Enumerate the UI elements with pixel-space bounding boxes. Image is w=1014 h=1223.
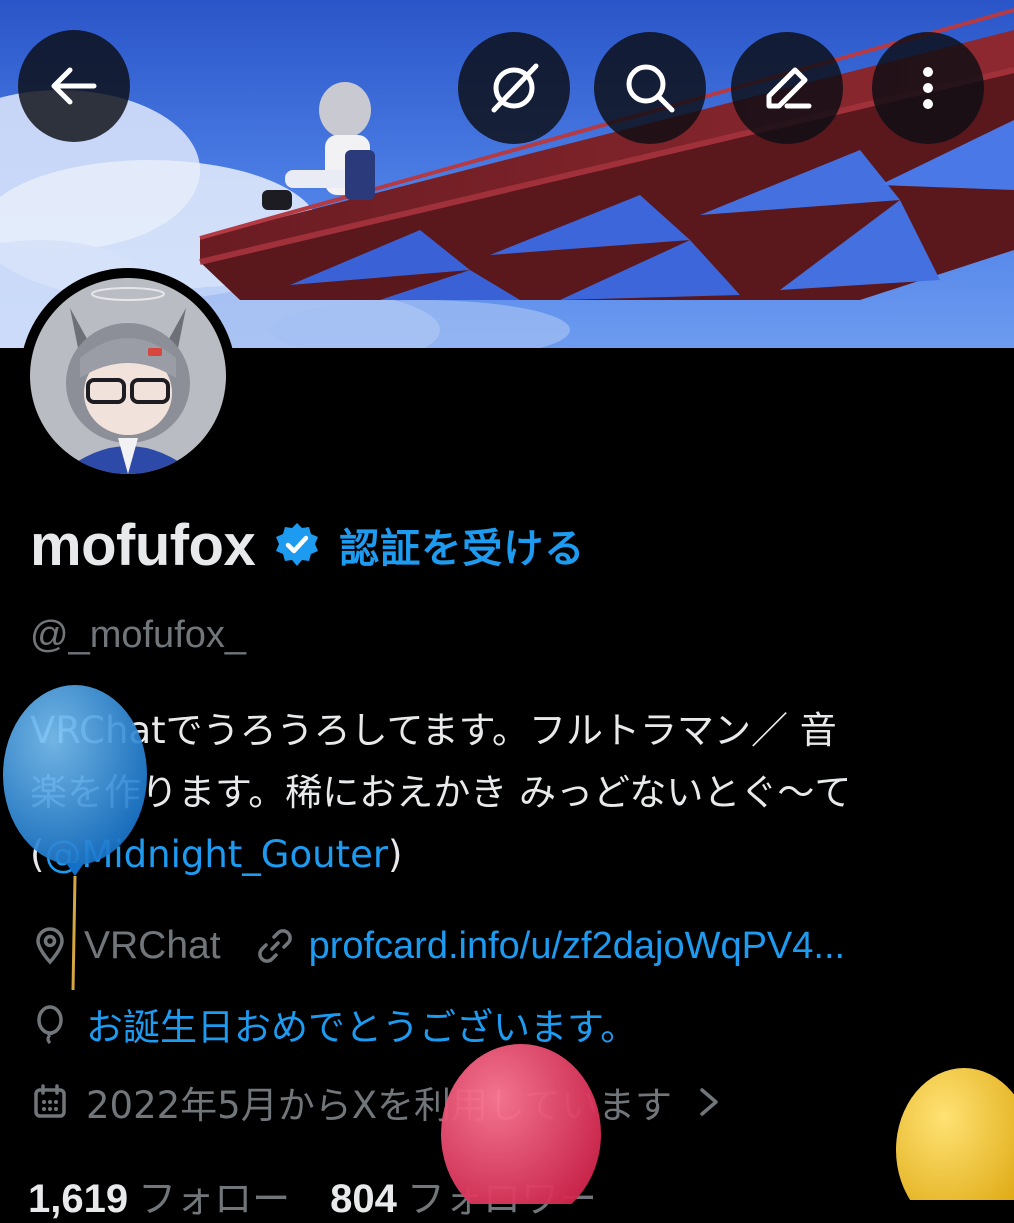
following-count: 1,619 — [28, 1177, 129, 1221]
balloon-icon — [30, 1004, 70, 1044]
grok-icon — [491, 63, 539, 113]
bio-line: 楽を作ります。稀におえかき みっどないとぐ〜て — [30, 771, 852, 814]
verified-badge-icon[interactable] — [273, 521, 321, 569]
website-link[interactable]: profcard.info/u/zf2dajoWqPV4... — [309, 925, 846, 968]
display-name: mofufox — [30, 512, 256, 578]
blue-balloon-icon — [3, 685, 147, 991]
get-verified-link[interactable]: 認証を受ける — [339, 516, 585, 574]
followers-count: 804 — [330, 1177, 397, 1221]
link-icon — [255, 926, 295, 966]
following-label: フォロー — [138, 1177, 291, 1221]
more-vertical-icon — [923, 67, 933, 109]
calendar-icon — [30, 1082, 70, 1122]
yellow-balloon-icon — [896, 1068, 1014, 1200]
search-button[interactable] — [594, 32, 706, 144]
bio: VRChatでうろうろしてます。フルトラマン／ 音 楽を作ります。稀におえかき … — [30, 700, 990, 886]
edit-button[interactable] — [731, 32, 843, 144]
bio-line: VRChatでうろうろしてます。フルトラマン／ 音 — [30, 709, 837, 752]
chevron-right-icon[interactable] — [694, 1082, 724, 1122]
bio-line: (@Midnight_Gouter) — [30, 824, 990, 886]
edit-icon — [766, 67, 812, 109]
following-stat[interactable]: 1,619 フォロー — [28, 1168, 290, 1223]
user-handle: @_mofufox_ — [30, 614, 247, 656]
birthday-message: お誕生日おめでとうございます。 — [86, 1006, 638, 1049]
red-balloon-icon — [441, 1044, 601, 1204]
search-icon — [626, 64, 675, 113]
back-button[interactable] — [18, 30, 130, 142]
grok-button[interactable] — [458, 32, 570, 144]
arrow-left-icon — [51, 67, 97, 105]
avatar[interactable] — [20, 268, 236, 484]
more-button[interactable] — [872, 32, 984, 144]
bio-paren: ) — [388, 833, 403, 876]
